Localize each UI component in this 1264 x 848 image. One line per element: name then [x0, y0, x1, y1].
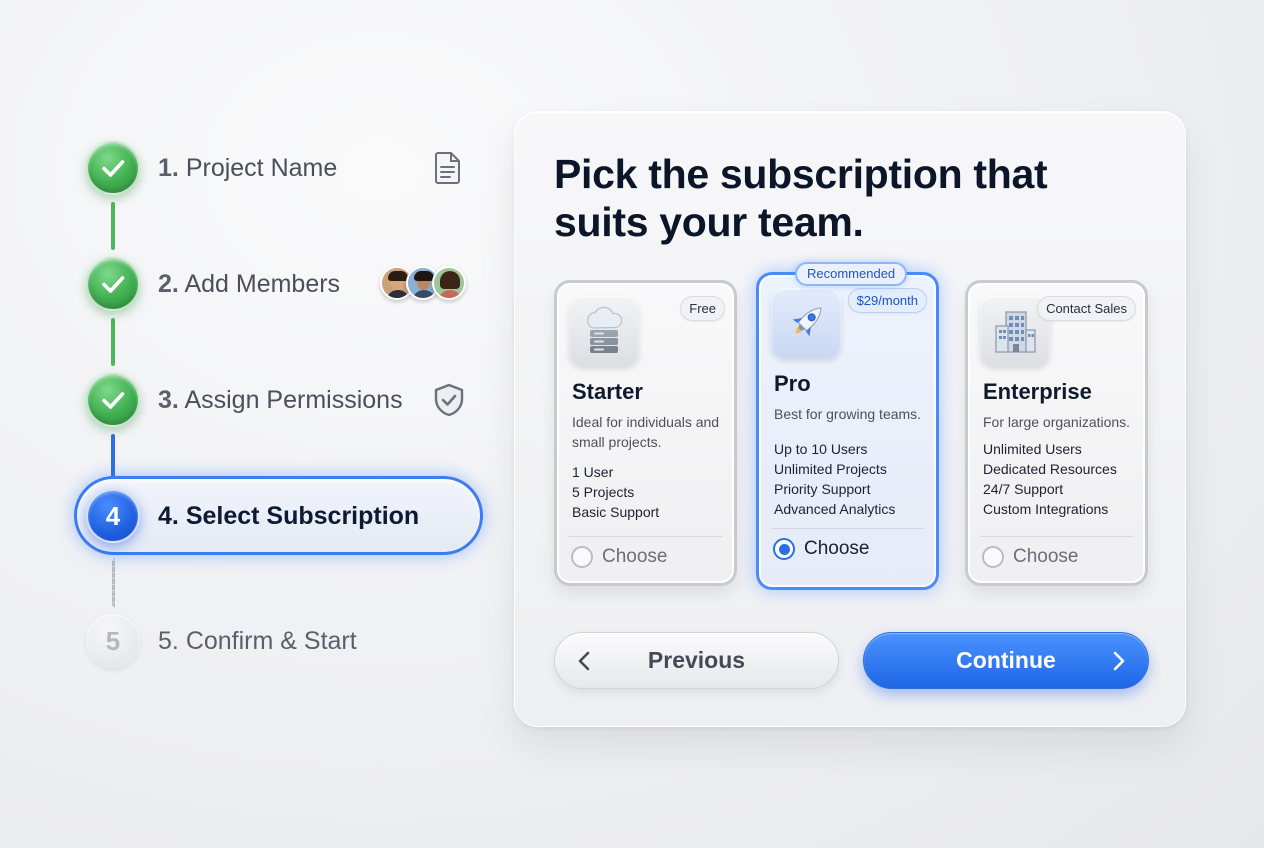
step-connector — [111, 202, 115, 250]
check-icon — [86, 373, 140, 427]
step-label: 5. Confirm & Start — [158, 626, 357, 655]
feature-item: Custom Integrations — [983, 501, 1109, 517]
divider — [569, 536, 722, 537]
step-3[interactable]: 3. Assign Permissions — [86, 372, 403, 428]
radio-button[interactable] — [571, 546, 593, 568]
chevron-right-icon — [1112, 650, 1126, 678]
step-label: 3. Assign Permissions — [158, 385, 403, 414]
feature-item: 24/7 Support — [983, 481, 1064, 497]
step-label: 1. Project Name — [158, 153, 338, 182]
choose-label: Choose — [1013, 546, 1079, 567]
radio-button[interactable] — [982, 546, 1004, 568]
step-2[interactable]: 2. Add Members — [86, 256, 340, 312]
member-avatars — [380, 266, 466, 300]
choose-radio-pro[interactable]: Choose — [773, 538, 870, 560]
check-icon — [86, 257, 140, 311]
recommended-badge: Recommended — [795, 262, 908, 286]
feature-item: Advanced Analytics — [774, 501, 896, 517]
plan-card-pro[interactable]: $29/month Pro Best for growing teams. Up… — [756, 272, 939, 590]
choose-radio-starter[interactable]: Choose — [571, 546, 668, 568]
plan-features: Up to 10 Users Unlimited Projects Priori… — [774, 439, 939, 519]
step-connector-pending — [112, 558, 115, 608]
page-title: Pick the subscription that suits your te… — [554, 151, 1048, 245]
plan-description: Ideal for individuals and small projects… — [572, 414, 720, 450]
wizard-stepper: 1. Project Name 2. Add Members 3. Assign… — [0, 0, 500, 848]
plan-description: For large organizations. — [983, 414, 1131, 430]
feature-item: Unlimited Projects — [774, 461, 887, 477]
feature-item: Unlimited Users — [983, 441, 1082, 457]
avatar — [432, 266, 466, 300]
step-5[interactable]: 5 5. Confirm & Start — [86, 613, 357, 669]
step-connector — [111, 318, 115, 366]
rocket-icon — [771, 288, 841, 358]
shield-check-icon — [433, 383, 465, 422]
feature-item: 1 User — [572, 464, 614, 480]
step-4[interactable]: 4 4. Select Subscription — [86, 488, 419, 544]
step-label: 2. Add Members — [158, 269, 341, 298]
price-badge: Free — [680, 296, 725, 321]
continue-button-label: Continue — [956, 647, 1056, 673]
feature-item: Dedicated Resources — [983, 461, 1117, 477]
cloud-server-icon — [569, 296, 639, 366]
plan-features: 1 User 5 Projects Basic Support — [572, 462, 737, 522]
divider — [771, 528, 924, 529]
divider — [980, 536, 1133, 537]
step-number-circle: 5 — [86, 614, 140, 668]
price-badge: $29/month — [847, 288, 927, 313]
subscription-panel: Pick the subscription that suits your te… — [514, 111, 1186, 727]
step-connector — [111, 434, 115, 478]
check-icon — [86, 141, 140, 195]
chevron-left-icon — [577, 650, 591, 678]
choose-label: Choose — [804, 538, 870, 559]
plan-name: Starter — [572, 379, 643, 404]
feature-item: Up to 10 Users — [774, 441, 868, 457]
radio-button[interactable] — [773, 538, 795, 560]
choose-radio-enterprise[interactable]: Choose — [982, 546, 1079, 568]
step-1[interactable]: 1. Project Name — [86, 140, 337, 196]
feature-item: Priority Support — [774, 481, 871, 497]
previous-button[interactable]: Previous — [554, 632, 839, 689]
plan-card-starter[interactable]: Free Starter Ideal for individuals and s… — [554, 280, 737, 586]
choose-label: Choose — [602, 546, 668, 567]
feature-item: 5 Projects — [572, 484, 635, 500]
feature-item: Basic Support — [572, 504, 660, 520]
plan-name: Pro — [774, 371, 811, 396]
document-icon — [434, 151, 462, 190]
step-label: 4. Select Subscription — [158, 501, 420, 530]
previous-button-label: Previous — [647, 647, 746, 673]
plan-name: Enterprise — [983, 379, 1092, 404]
price-badge: Contact Sales — [1037, 296, 1136, 321]
plan-description: Best for growing teams. — [774, 406, 922, 422]
plan-card-enterprise[interactable]: Contact Sales Enterprise For large organ… — [965, 280, 1148, 586]
plan-features: Unlimited Users Dedicated Resources 24/7… — [983, 439, 1148, 519]
continue-button[interactable]: Continue — [863, 632, 1149, 689]
step-number-circle: 4 — [86, 489, 140, 543]
